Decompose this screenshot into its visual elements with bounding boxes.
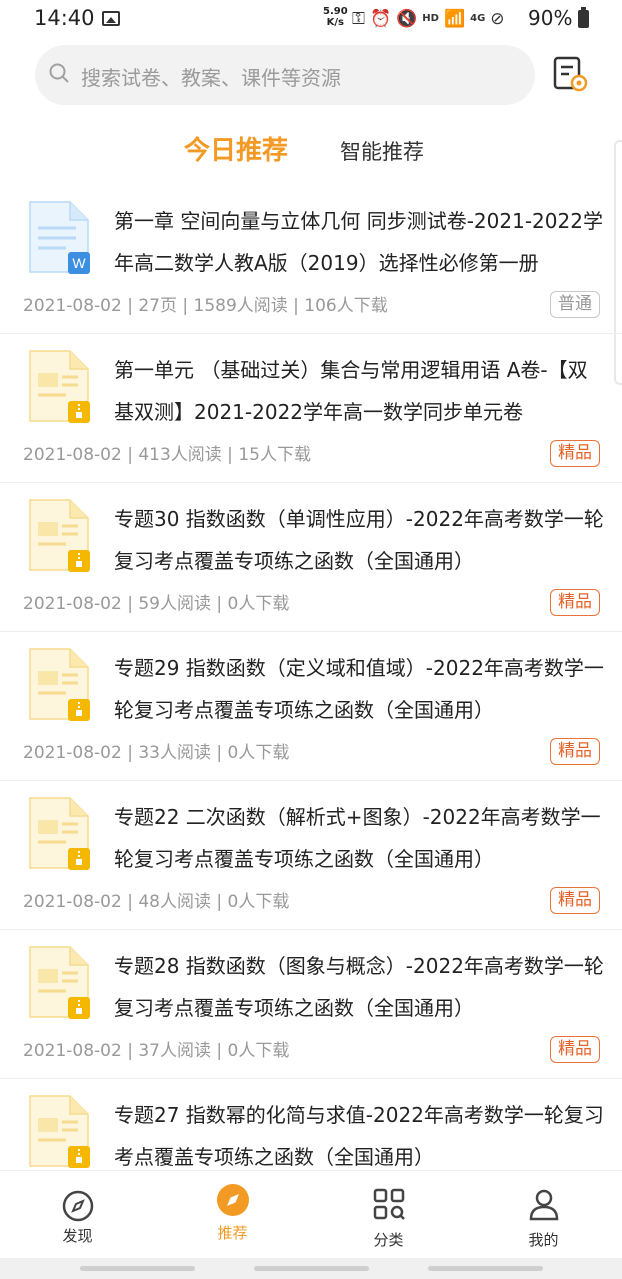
tab-bar: 今日推荐 智能推荐 xyxy=(0,128,622,174)
badge-premium: 精品 xyxy=(550,1036,600,1063)
item-meta: 2021-08-02 | 59人阅读 | 0人下载 xyxy=(23,594,290,614)
recommend-icon xyxy=(217,1184,249,1216)
document-settings-icon[interactable] xyxy=(552,55,590,95)
category-icon xyxy=(373,1188,405,1220)
badge-premium: 精品 xyxy=(550,589,600,616)
bottom-nav: 发现 推荐 分类 我的 xyxy=(0,1170,622,1258)
battery-level: 90% xyxy=(528,6,573,30)
dnd-icon: ⊘ xyxy=(490,9,505,29)
item-meta: 2021-08-02 | 48人阅读 | 0人下载 xyxy=(23,892,290,912)
speed-unit: K/s xyxy=(326,17,345,28)
zip-archive-icon xyxy=(29,797,90,870)
badge-premium: 精品 xyxy=(550,887,600,914)
badge-normal: 普通 xyxy=(550,291,600,318)
zip-archive-icon xyxy=(29,648,90,721)
list-item[interactable]: W 第一章 空间向量与立体几何 同步测试卷-2021-2022学年高二数学人教A… xyxy=(0,185,622,334)
nav-profile[interactable]: 我的 xyxy=(466,1171,621,1259)
list-item[interactable]: 专题28 指数函数（图象与概念）-2022年高考数学一轮复习考点覆盖专项练之函数… xyxy=(0,930,622,1079)
svg-text:W: W xyxy=(72,255,86,271)
zip-archive-icon xyxy=(29,1095,90,1168)
hd-label: HD xyxy=(422,13,439,24)
search-placeholder: 搜索试卷、教案、课件等资源 xyxy=(81,66,341,90)
item-title: 专题22 二次函数（解析式+图象）-2022年高考数学一轮复习考点覆盖专项练之函… xyxy=(114,805,601,871)
item-meta: 2021-08-02 | 27页 | 1589人阅读 | 106人下载 xyxy=(23,296,388,316)
badge-premium: 精品 xyxy=(550,440,600,467)
item-meta: 2021-08-02 | 413人阅读 | 15人下载 xyxy=(23,445,311,465)
item-title: 专题27 指数幂的化简与求值-2022年高考数学一轮复习考点覆盖专项练之函数（全… xyxy=(114,1103,604,1169)
nav-label-recommend: 推荐 xyxy=(217,1224,248,1242)
mute-icon: 🔇 xyxy=(396,9,418,29)
app-screen: 14:40 5.90 K/s ⚿ ⏰ 🔇 HD 📶 4G ⊘ 90% 搜索试卷、… xyxy=(0,0,622,1279)
item-meta: 2021-08-02 | 37人阅读 | 0人下载 xyxy=(23,1041,290,1061)
system-nav-home[interactable] xyxy=(254,1266,369,1271)
word-document-icon: W xyxy=(29,201,90,274)
network-speed: 5.90 K/s xyxy=(323,6,348,28)
search-bar[interactable]: 搜索试卷、教案、课件等资源 xyxy=(35,45,535,105)
profile-icon xyxy=(529,1189,559,1221)
item-meta: 2021-08-02 | 33人阅读 | 0人下载 xyxy=(23,743,290,763)
nav-label-profile: 我的 xyxy=(528,1231,559,1249)
status-bar: 14:40 5.90 K/s ⚿ ⏰ 🔇 HD 📶 4G ⊘ 90% xyxy=(0,0,622,38)
status-time: 14:40 xyxy=(34,6,95,30)
item-title: 专题30 指数函数（单调性应用）-2022年高考数学一轮复习考点覆盖专项练之函数… xyxy=(114,507,604,573)
list-item[interactable]: 专题29 指数函数（定义域和值域）-2022年高考数学一轮复习考点覆盖专项练之函… xyxy=(0,632,622,781)
system-nav-back[interactable] xyxy=(428,1266,543,1271)
tab-smart[interactable]: 智能推荐 xyxy=(340,136,424,166)
list-item[interactable]: 第一单元 （基础过关）集合与常用逻辑用语 A卷-【双基双测】2021-2022学… xyxy=(0,334,622,483)
gallery-icon xyxy=(102,11,120,26)
list-item[interactable]: 专题22 二次函数（解析式+图象）-2022年高考数学一轮复习考点覆盖专项练之函… xyxy=(0,781,622,930)
wifi-icon: 📶 xyxy=(443,9,466,29)
search-icon xyxy=(49,63,69,83)
key-icon: ⚿ xyxy=(352,9,365,29)
compass-icon xyxy=(62,1190,94,1222)
battery-icon xyxy=(578,7,589,28)
nav-category[interactable]: 分类 xyxy=(311,1171,466,1259)
nav-label-discover: 发现 xyxy=(62,1227,93,1245)
zip-archive-icon xyxy=(29,350,90,423)
status-icons: ⚿ ⏰ 🔇 HD 📶 4G ⊘ xyxy=(352,8,505,30)
tab-today[interactable]: 今日推荐 xyxy=(184,130,288,167)
list-item[interactable]: 专题30 指数函数（单调性应用）-2022年高考数学一轮复习考点覆盖专项练之函数… xyxy=(0,483,622,632)
item-title: 第一章 空间向量与立体几何 同步测试卷-2021-2022学年高二数学人教A版（… xyxy=(114,209,603,275)
nav-label-category: 分类 xyxy=(373,1231,404,1249)
item-title: 专题28 指数函数（图象与概念）-2022年高考数学一轮复习考点覆盖专项练之函数… xyxy=(114,954,604,1020)
system-nav-recents[interactable] xyxy=(80,1266,195,1271)
alarm-icon: ⏰ xyxy=(369,9,392,29)
nav-discover[interactable]: 发现 xyxy=(0,1171,155,1259)
speed-value: 5.90 xyxy=(323,6,348,17)
resource-list: W 第一章 空间向量与立体几何 同步测试卷-2021-2022学年高二数学人教A… xyxy=(0,185,622,1228)
network-type: 4G xyxy=(470,13,486,24)
nav-recommend[interactable]: 推荐 xyxy=(155,1171,310,1259)
zip-archive-icon xyxy=(29,499,90,572)
item-title: 第一单元 （基础过关）集合与常用逻辑用语 A卷-【双基双测】2021-2022学… xyxy=(114,358,588,424)
badge-premium: 精品 xyxy=(550,738,600,765)
zip-archive-icon xyxy=(29,946,90,1019)
item-title: 专题29 指数函数（定义域和值域）-2022年高考数学一轮复习考点覆盖专项练之函… xyxy=(114,656,604,722)
